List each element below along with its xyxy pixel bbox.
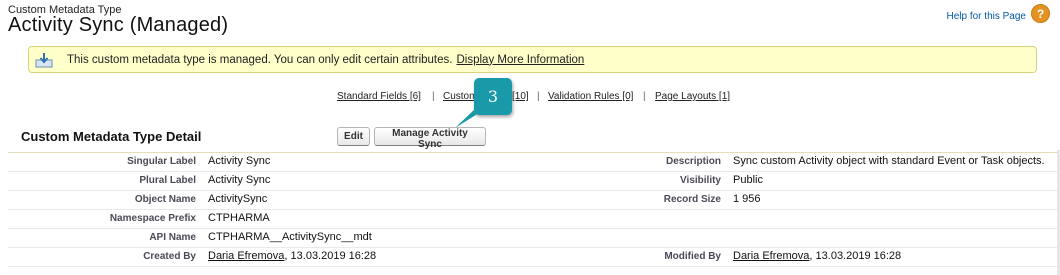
manage-activity-sync-button[interactable]: Manage Activity Sync bbox=[374, 127, 486, 150]
field-value: Daria Efremova, 13.03.2019 16:28 bbox=[208, 250, 376, 262]
detail-row: Namespace Prefix CTPHARMA bbox=[8, 210, 1058, 229]
field-label: API Name bbox=[149, 232, 196, 243]
field-value: Sync custom Activity object with standar… bbox=[733, 155, 1045, 167]
created-by-user-link[interactable]: Daria Efremova bbox=[208, 250, 284, 262]
edit-button[interactable]: Edit bbox=[337, 127, 370, 146]
field-label: Record Size bbox=[663, 194, 721, 205]
field-label: Description bbox=[665, 156, 721, 167]
field-value: 1 956 bbox=[733, 193, 761, 205]
field-label: Plural Label bbox=[139, 175, 196, 186]
created-date: , 13.03.2019 16:28 bbox=[284, 250, 377, 262]
detail-row: Object Name ActivitySync Record Size 1 9… bbox=[8, 191, 1058, 210]
help-area: Help for this Page ? bbox=[947, 4, 1050, 23]
detail-row: Singular Label Activity Sync Description… bbox=[8, 153, 1058, 172]
field-label: Singular Label bbox=[127, 156, 196, 167]
detail-row: Created By Daria Efremova, 13.03.2019 16… bbox=[8, 248, 1058, 267]
field-value: Public bbox=[733, 174, 763, 186]
help-for-page-link[interactable]: Help for this Page bbox=[947, 11, 1027, 22]
standard-fields-link[interactable]: Standard Fields [6] bbox=[337, 91, 421, 102]
validation-rules-link[interactable]: Validation Rules [0] bbox=[548, 91, 633, 102]
link-separator: | bbox=[643, 91, 646, 102]
help-icon[interactable]: ? bbox=[1031, 4, 1050, 23]
field-value: CTPHARMA bbox=[208, 212, 270, 224]
field-label: Namespace Prefix bbox=[109, 213, 196, 224]
field-label: Modified By bbox=[664, 251, 721, 262]
field-label: Created By bbox=[143, 251, 196, 262]
message-text: This custom metadata type is managed. Yo… bbox=[67, 53, 453, 66]
link-separator: | bbox=[432, 91, 435, 102]
detail-row: API Name CTPHARMA__ActivitySync__mdt bbox=[8, 229, 1058, 248]
field-value: Daria Efremova, 13.03.2019 16:28 bbox=[733, 250, 901, 262]
detail-table: Singular Label Activity Sync Description… bbox=[8, 152, 1058, 267]
field-value: Activity Sync bbox=[208, 155, 271, 167]
field-label: Visibility bbox=[680, 175, 721, 186]
managed-info-message: This custom metadata type is managed. Yo… bbox=[28, 46, 1037, 73]
display-more-information-link[interactable]: Display More Information bbox=[456, 54, 584, 66]
detail-section-title: Custom Metadata Type Detail bbox=[21, 129, 202, 144]
download-info-icon bbox=[35, 52, 53, 67]
page-title: Activity Sync (Managed) bbox=[8, 14, 229, 36]
custom-fields-link[interactable]: Custom bbox=[443, 91, 477, 102]
detail-row: Plural Label Activity Sync Visibility Pu… bbox=[8, 172, 1058, 191]
page-layouts-link[interactable]: Page Layouts [1] bbox=[655, 91, 730, 102]
field-value: CTPHARMA__ActivitySync__mdt bbox=[208, 231, 372, 243]
field-value: Activity Sync bbox=[208, 174, 271, 186]
field-value: ActivitySync bbox=[208, 193, 268, 205]
custom-fields-count[interactable]: [10] bbox=[512, 91, 529, 102]
field-label: Object Name bbox=[134, 194, 196, 205]
modified-by-user-link[interactable]: Daria Efremova bbox=[733, 250, 809, 262]
modified-date: , 13.03.2019 16:28 bbox=[809, 250, 902, 262]
link-separator: | bbox=[537, 91, 540, 102]
